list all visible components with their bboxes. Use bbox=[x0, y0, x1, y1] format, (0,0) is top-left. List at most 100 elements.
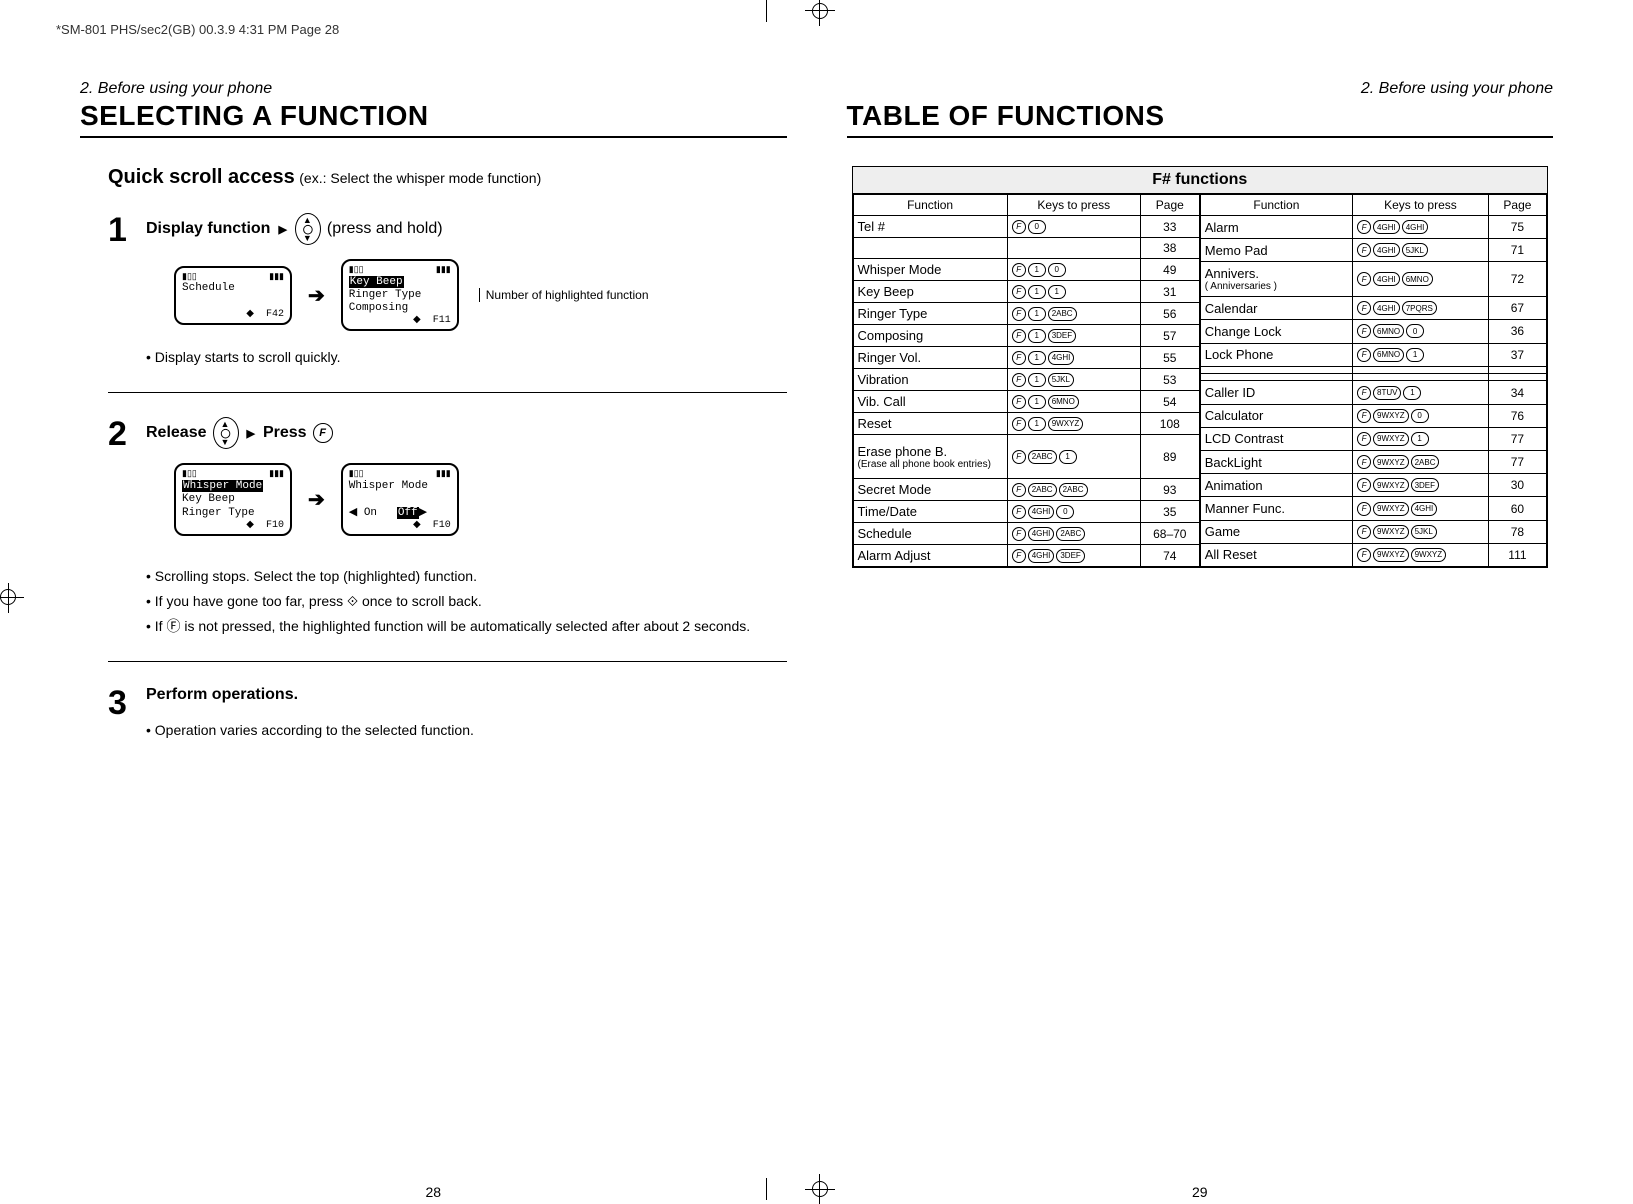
table-row: GameF9WXYZ5JKL78 bbox=[1200, 520, 1546, 543]
num-key-icon: 9WXYZ bbox=[1411, 548, 1447, 562]
table-row: Memo PadF4GHI5JKL71 bbox=[1200, 239, 1546, 262]
func-name: Reset bbox=[858, 416, 1003, 431]
page-num-right: 29 bbox=[1192, 1184, 1208, 1200]
func-name: Composing bbox=[858, 328, 1003, 343]
func-name: Calendar bbox=[1205, 301, 1348, 316]
page-ref: 34 bbox=[1488, 381, 1546, 404]
num-key-icon: 6MNO bbox=[1373, 348, 1404, 362]
num-key-icon: 4GHI bbox=[1402, 220, 1429, 234]
lcd-keybeep: ▮▯▯▮▮▮ Key Beep Ringer Type Composing ◆ … bbox=[341, 259, 459, 331]
table-row: LCD ContrastF9WXYZ177 bbox=[1200, 427, 1546, 450]
num-key-icon: 6MNO bbox=[1373, 324, 1404, 338]
f-key-icon: F bbox=[1012, 307, 1026, 321]
page-ref: 37 bbox=[1488, 343, 1546, 366]
page-left: 2. Before using your phone SELECTING A F… bbox=[70, 80, 797, 1150]
f-key-icon: F bbox=[1012, 329, 1026, 343]
func-sub: (Erase all phone book entries) bbox=[858, 459, 1003, 470]
step-2-release: Release bbox=[146, 424, 207, 442]
num-key-icon: 1 bbox=[1028, 351, 1046, 365]
num-key-icon: 6MNO bbox=[1048, 395, 1079, 409]
num-key-icon: 3DEF bbox=[1411, 478, 1439, 492]
num-key-icon: 3DEF bbox=[1056, 549, 1084, 563]
step-1-title: Display function bbox=[146, 220, 270, 238]
func-name: Lock Phone bbox=[1205, 347, 1348, 362]
f-key-icon: F bbox=[1012, 373, 1026, 387]
divider-1 bbox=[108, 392, 787, 393]
step-3: 3 Perform operations. Operation varies a… bbox=[108, 686, 787, 745]
num-key-icon: 9WXYZ bbox=[1373, 409, 1409, 423]
num-key-icon: 2ABC bbox=[1056, 527, 1085, 541]
num-key-icon: 2ABC bbox=[1059, 483, 1088, 497]
table-row: BackLightF9WXYZ2ABC77 bbox=[1200, 451, 1546, 474]
page-ref: 77 bbox=[1488, 451, 1546, 474]
f-key-icon: F bbox=[1012, 351, 1026, 365]
lcd-schedule: ▮▯▯▮▮▮ Schedule ◆ F42 bbox=[174, 266, 292, 325]
th-keys: Keys to press bbox=[1007, 195, 1140, 216]
key-sequence: F15JKL bbox=[1012, 373, 1136, 387]
key-sequence: F4GHI0 bbox=[1012, 505, 1136, 519]
num-key-icon: 1 bbox=[1028, 373, 1046, 387]
step-1-hint: (press and hold) bbox=[327, 220, 443, 238]
func-name: Erase phone B. bbox=[858, 444, 1003, 459]
page-ref: 49 bbox=[1140, 259, 1199, 281]
table-row: Ringer Vol.F14GHI55 bbox=[853, 347, 1199, 369]
f-key-icon: F bbox=[1357, 478, 1371, 492]
num-key-icon: 4GHI bbox=[1373, 243, 1400, 257]
qsa-example: (ex.: Select the whisper mode function) bbox=[299, 170, 541, 186]
key-sequence: F9WXYZ5JKL bbox=[1357, 525, 1484, 539]
page-title-right: TABLE OF FUNCTIONS bbox=[847, 100, 1554, 138]
func-sub: ( Anniversaries ) bbox=[1205, 281, 1348, 292]
func-name: BackLight bbox=[1205, 455, 1348, 470]
f-key-icon: F bbox=[1012, 417, 1026, 431]
num-key-icon: 2ABC bbox=[1028, 450, 1057, 464]
highlight-annot: Number of highlighted function bbox=[479, 288, 649, 302]
table-row: ScheduleF4GHI2ABC68–70 bbox=[853, 523, 1199, 545]
register-plus-top bbox=[805, 10, 835, 11]
page-num-left: 28 bbox=[425, 1184, 441, 1200]
key-sequence: F4GHI2ABC bbox=[1012, 527, 1136, 541]
page-ref: 56 bbox=[1140, 303, 1199, 325]
table-row: ResetF19WXYZ108 bbox=[853, 413, 1199, 435]
register-plus-bottom bbox=[805, 1189, 835, 1190]
num-key-icon: 2ABC bbox=[1411, 455, 1440, 469]
f-key-icon: F bbox=[1012, 527, 1026, 541]
functions-table-left: Function Keys to press Page Tel #F03338W… bbox=[853, 194, 1200, 567]
num-key-icon: 9WXYZ bbox=[1373, 548, 1409, 562]
page-ref bbox=[1488, 366, 1546, 373]
func-name: Memo Pad bbox=[1205, 243, 1348, 258]
key-sequence: F9WXYZ3DEF bbox=[1357, 478, 1484, 492]
step-2: 2 Release ▲◯▼ ▶ Press F ▮▯▯▮▮▮ Whisper M… bbox=[108, 417, 787, 640]
num-key-icon: 9WXYZ bbox=[1048, 417, 1084, 431]
f-key-icon: F bbox=[1357, 220, 1371, 234]
page-ref: 108 bbox=[1140, 413, 1199, 435]
page-ref: 31 bbox=[1140, 281, 1199, 303]
key-sequence: F2ABC2ABC bbox=[1012, 483, 1136, 497]
func-name: Key Beep bbox=[858, 284, 1003, 299]
num-key-icon: 1 bbox=[1048, 285, 1066, 299]
page-ref: 93 bbox=[1140, 479, 1199, 501]
func-name: Ringer Vol. bbox=[858, 350, 1003, 365]
page-ref: 54 bbox=[1140, 391, 1199, 413]
num-key-icon: 7PQRS bbox=[1402, 301, 1437, 315]
func-name: Alarm bbox=[1205, 220, 1348, 235]
num-key-icon: 9WXYZ bbox=[1373, 455, 1409, 469]
scroll-key-icon: ▲◯▼ bbox=[295, 213, 321, 245]
f-key-icon: F bbox=[1357, 548, 1371, 562]
table-row: Caller IDF8TUV134 bbox=[1200, 381, 1546, 404]
f-key-icon: F bbox=[1012, 483, 1026, 497]
functions-table-right: Function Keys to press Page AlarmF4GHI4G… bbox=[1200, 194, 1547, 567]
step-2-bullet: If you have gone too far, press ⟐ once t… bbox=[146, 591, 787, 612]
num-key-icon: 4GHI bbox=[1373, 220, 1400, 234]
arrow-right-icon-2: ➔ bbox=[308, 487, 325, 512]
table-row: AlarmF4GHI4GHI75 bbox=[1200, 216, 1546, 239]
th-keys-r: Keys to press bbox=[1353, 195, 1489, 216]
page-ref: 36 bbox=[1488, 320, 1546, 343]
f-key-icon: F bbox=[1357, 432, 1371, 446]
key-sequence: F6MNO0 bbox=[1357, 324, 1484, 338]
num-key-icon: 1 bbox=[1028, 307, 1046, 321]
page-ref: 77 bbox=[1488, 427, 1546, 450]
num-key-icon: 1 bbox=[1411, 432, 1429, 446]
num-key-icon: 4GHI bbox=[1028, 505, 1055, 519]
breadcrumb-left: 2. Before using your phone bbox=[80, 80, 787, 98]
key-sequence: F4GHI3DEF bbox=[1012, 549, 1136, 563]
